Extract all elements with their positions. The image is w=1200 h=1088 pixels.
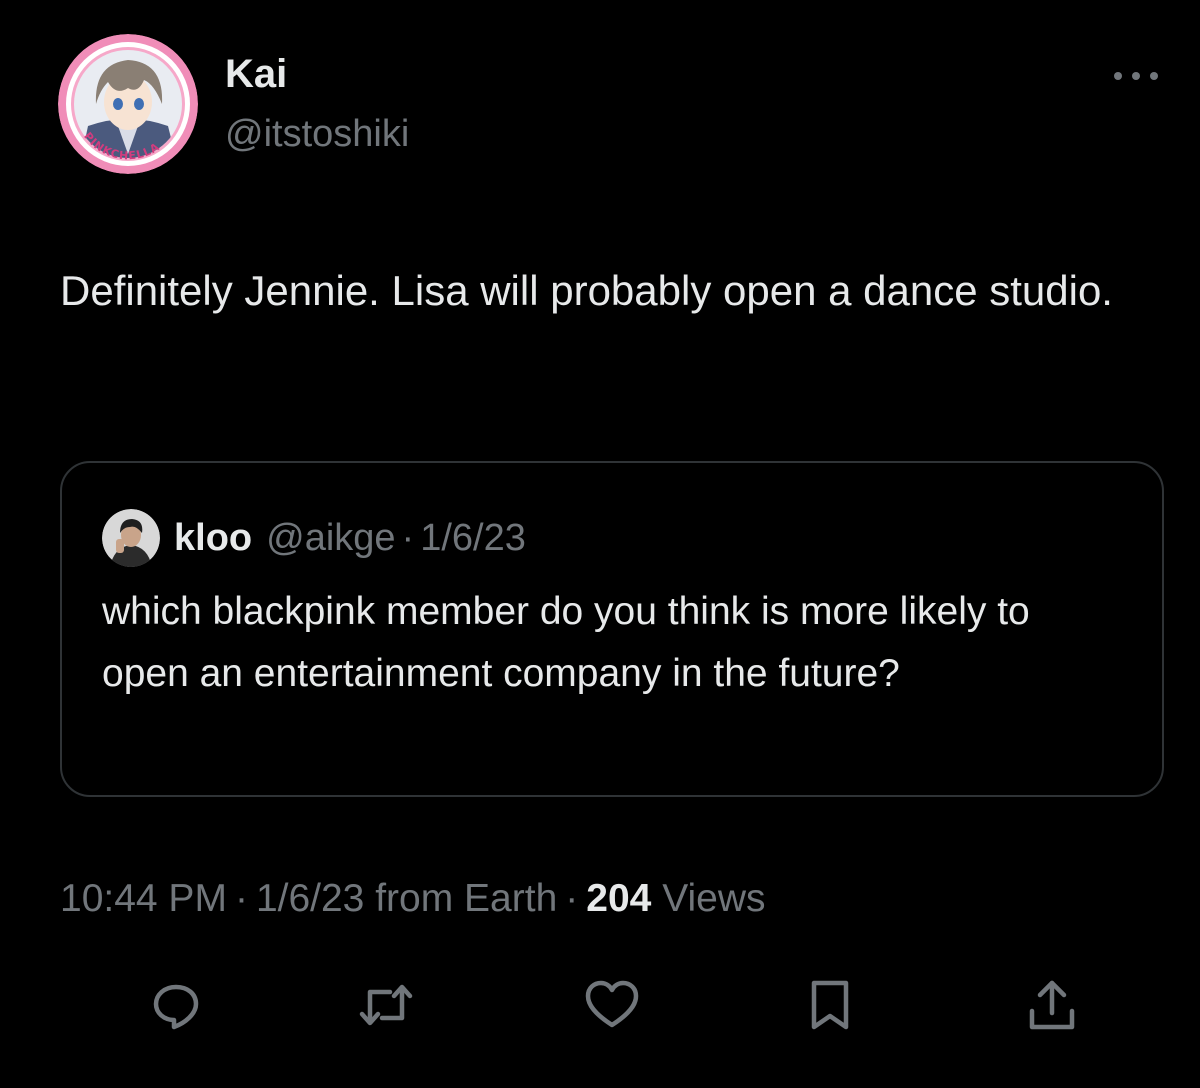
bookmark-icon: [811, 980, 849, 1030]
retweet-button[interactable]: [356, 975, 416, 1035]
tweet-text: Definitely Jennie. Lisa will probably op…: [60, 267, 1113, 314]
like-button[interactable]: [582, 975, 642, 1035]
share-button[interactable]: [1022, 975, 1082, 1035]
quoted-tweet-card[interactable]: kloo @aikge · 1/6/23 which blackpink mem…: [60, 461, 1164, 797]
views-label[interactable]: Views: [662, 877, 765, 920]
quoted-author-avatar-image: [102, 509, 160, 567]
quoted-author-handle: @aikge: [266, 516, 396, 559]
quoted-separator: ·: [401, 516, 415, 559]
quoted-date: 1/6/23: [420, 516, 526, 559]
meta-separator: ·: [565, 877, 579, 920]
more-dots-icon: [1114, 72, 1158, 80]
author-avatar[interactable]: PINKCHELLA: [58, 34, 198, 174]
author-avatar-image: PINKCHELLA: [58, 34, 198, 174]
share-icon: [1029, 980, 1075, 1030]
quoted-author-avatar: [102, 509, 160, 567]
like-icon: [585, 980, 639, 1028]
reply-button[interactable]: [146, 975, 206, 1035]
tweet-date-source: 1/6/23 from Earth: [255, 877, 558, 920]
author-handle[interactable]: @itstoshiki: [225, 110, 409, 158]
quoted-author-name: kloo: [174, 516, 253, 559]
meta-separator: ·: [234, 877, 248, 920]
retweet-icon: [359, 984, 413, 1026]
bookmark-button[interactable]: [800, 975, 860, 1035]
tweet: PINKCHELLA Kai @itstoshiki Definitely Je…: [0, 0, 1200, 1088]
tweet-metadata: 10:44 PM · 1/6/23 from Earth · 204 Views: [60, 872, 766, 926]
quoted-tweet-header: kloo @aikge · 1/6/23: [102, 507, 526, 569]
more-options-button[interactable]: [1108, 58, 1164, 94]
quoted-tweet-text: which blackpink member do you think is m…: [102, 590, 1030, 695]
tweet-time[interactable]: 10:44 PM: [60, 877, 227, 920]
reply-icon: [153, 984, 199, 1030]
author-display-name[interactable]: Kai: [225, 50, 287, 98]
views-count[interactable]: 204: [586, 877, 651, 920]
